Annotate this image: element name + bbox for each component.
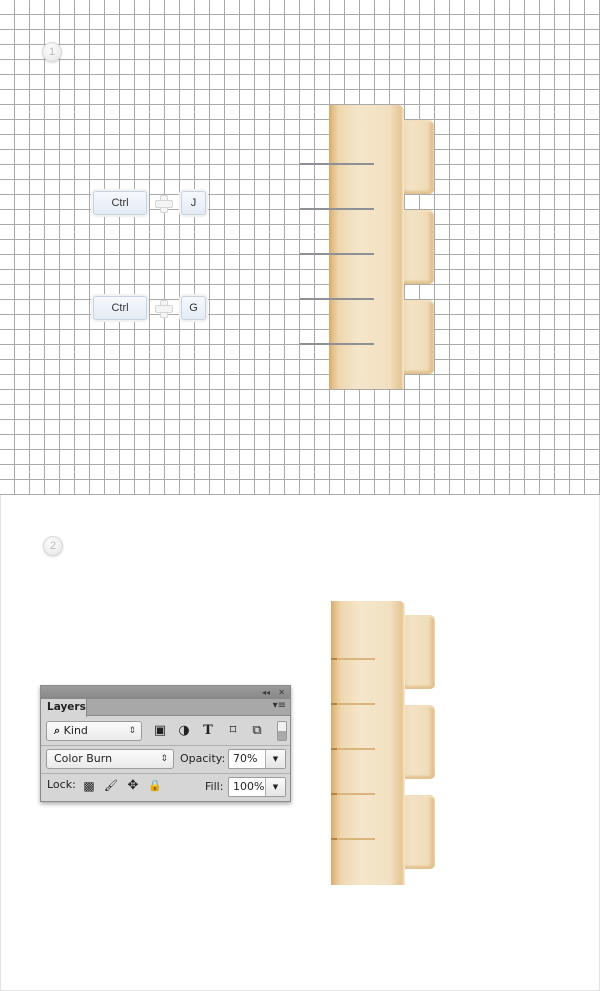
close-icon[interactable]: ✕ — [278, 686, 285, 699]
type-filter-icon[interactable]: T — [200, 723, 216, 739]
search-icon: ⌕ — [54, 724, 61, 737]
lock-label: Lock: — [47, 778, 76, 791]
ruler-tab — [400, 300, 434, 374]
plus-icon — [154, 194, 173, 213]
ruler-tick — [331, 748, 375, 750]
ruler-tick — [331, 793, 375, 795]
divider — [41, 745, 290, 746]
ctrl-key: Ctrl — [93, 191, 147, 215]
smart-object-filter-icon[interactable]: ⧉ — [249, 723, 265, 739]
step-2-badge: 2 — [43, 536, 63, 556]
fill-field[interactable]: 100% ▼ — [228, 777, 286, 797]
guide-line — [300, 253, 374, 255]
guide-line — [300, 298, 374, 300]
opacity-label: Opacity: — [180, 752, 226, 765]
ruler-tab — [400, 120, 434, 194]
opacity-dropdown-button[interactable]: ▼ — [265, 750, 285, 768]
divider — [41, 773, 290, 774]
ruler-tab — [401, 705, 435, 779]
collapse-icon[interactable]: ◂◂ — [262, 686, 270, 699]
filter-toggle-switch[interactable] — [277, 721, 287, 741]
ctrl-key: Ctrl — [93, 296, 147, 320]
updown-arrows-icon: ⇕ — [128, 726, 136, 736]
lock-image-pixels-icon[interactable]: 🖌 — [103, 778, 119, 794]
j-key: J — [181, 191, 206, 215]
opacity-value: 70% — [233, 752, 258, 765]
ruler-body — [329, 105, 404, 389]
opacity-field[interactable]: 70% ▼ — [228, 749, 286, 769]
filter-kind-value: Kind — [63, 724, 88, 737]
step-1-badge: 1 — [42, 42, 62, 62]
fill-label: Fill: — [205, 780, 224, 793]
lock-transparent-pixels-icon[interactable]: ▩ — [81, 778, 97, 794]
image-filter-icon[interactable]: ▣ — [152, 723, 168, 739]
step-1-canvas-grid: 1 Ctrl J Ctrl G — [0, 0, 600, 495]
ruler-body — [331, 601, 405, 885]
shape-filter-icon[interactable]: ⌑ — [225, 723, 241, 739]
ruler-tick — [331, 703, 375, 705]
ruler-tab — [401, 795, 435, 869]
panel-menu-icon[interactable]: ▾≡ — [273, 700, 286, 711]
ruler-tick — [331, 838, 375, 840]
blend-mode-value: Color Burn — [54, 752, 113, 765]
adjustment-filter-icon[interactable]: ◑ — [176, 723, 192, 739]
updown-arrows-icon: ⇕ — [160, 754, 168, 764]
g-key: G — [181, 296, 206, 320]
fill-dropdown-button[interactable]: ▼ — [265, 778, 285, 796]
lock-position-icon[interactable]: ✥ — [125, 778, 141, 794]
fill-value: 100% — [233, 780, 265, 793]
guide-line — [300, 343, 374, 345]
ruler-tick — [331, 658, 375, 660]
guide-line — [300, 163, 374, 165]
ruler-tab — [400, 210, 434, 284]
blend-mode-dropdown[interactable]: Color Burn ⇕ — [46, 749, 174, 769]
panel-tab-row: Layers ▾≡ — [41, 699, 290, 717]
lock-all-icon[interactable]: 🔒 — [147, 778, 163, 794]
plus-icon — [154, 299, 173, 318]
tab-layers[interactable]: Layers — [41, 699, 87, 717]
panel-titlebar[interactable]: ◂◂ ✕ — [41, 686, 290, 699]
ruler-tab — [401, 615, 435, 689]
filter-kind-dropdown[interactable]: ⌕ Kind ⇕ — [46, 721, 142, 741]
layers-panel: ◂◂ ✕ Layers ▾≡ ⌕ Kind ⇕ ▣ ◑ T ⌑ ⧉ Color … — [40, 685, 291, 802]
guide-line — [300, 208, 374, 210]
